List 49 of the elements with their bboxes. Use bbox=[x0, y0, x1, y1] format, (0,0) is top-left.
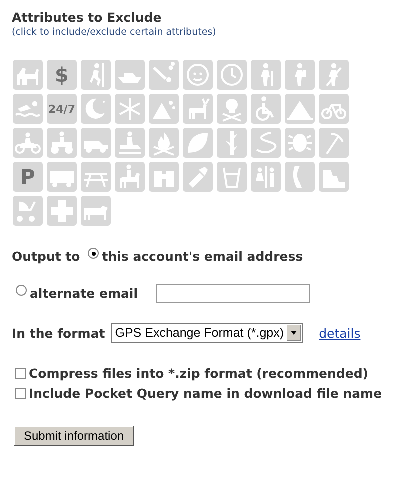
checkbox[interactable] bbox=[15, 368, 26, 379]
moon-icon[interactable] bbox=[81, 94, 111, 124]
pickaxe-icon[interactable] bbox=[319, 128, 349, 158]
swimmer-icon[interactable] bbox=[13, 94, 43, 124]
checkbox[interactable] bbox=[15, 388, 26, 399]
email-field[interactable] bbox=[156, 284, 310, 303]
dollar-icon[interactable]: $ bbox=[47, 60, 77, 90]
tent-icon[interactable] bbox=[285, 94, 315, 124]
details-link[interactable]: details bbox=[319, 326, 361, 340]
radio-button[interactable] bbox=[16, 285, 27, 296]
parking-icon[interactable]: P bbox=[13, 162, 43, 192]
bicycle-icon[interactable] bbox=[319, 94, 349, 124]
submit-button[interactable]: Submit information bbox=[14, 426, 134, 446]
jeep-icon[interactable] bbox=[81, 128, 111, 158]
cup-icon[interactable] bbox=[217, 162, 247, 192]
checkbox-label[interactable]: Compress files into *.zip format (recommended) bbox=[29, 366, 369, 381]
tick-icon[interactable] bbox=[285, 128, 315, 158]
dropdown-arrow-icon[interactable] bbox=[287, 325, 302, 341]
option-label[interactable]: this account's email address bbox=[102, 249, 304, 264]
cliff-icon[interactable] bbox=[319, 162, 349, 192]
cross-icon[interactable] bbox=[47, 196, 77, 226]
output-label: Output to bbox=[12, 249, 80, 264]
campfire-icon[interactable] bbox=[149, 128, 179, 158]
climber-icon[interactable] bbox=[81, 60, 111, 90]
wheelchair-icon[interactable] bbox=[251, 94, 281, 124]
option-label[interactable]: alternate email bbox=[30, 286, 138, 301]
horse-rider-icon[interactable] bbox=[115, 162, 145, 192]
checkbox-label[interactable]: Include Pocket Query name in download file name bbox=[29, 386, 382, 401]
backpacker-icon[interactable] bbox=[285, 60, 315, 90]
hours-icon[interactable]: 24/7 bbox=[47, 94, 77, 124]
stroller-icon[interactable] bbox=[13, 196, 43, 226]
rockfall-icon[interactable] bbox=[149, 94, 179, 124]
deer-icon[interactable] bbox=[183, 94, 213, 124]
child-face-icon[interactable] bbox=[183, 60, 213, 90]
boat-icon[interactable] bbox=[115, 60, 145, 90]
section-title: Attributes to Exclude bbox=[12, 10, 163, 25]
section-hint: (click to include/exclude certain attributes) bbox=[12, 27, 218, 38]
format-label: In the format bbox=[12, 326, 106, 340]
motorbike-icon[interactable] bbox=[13, 128, 43, 158]
quad-icon[interactable] bbox=[47, 128, 77, 158]
picnic-table-icon[interactable] bbox=[81, 162, 111, 192]
clock-icon[interactable] bbox=[217, 60, 247, 90]
leaf-icon[interactable] bbox=[183, 128, 213, 158]
walker-icon[interactable] bbox=[319, 60, 349, 90]
hiker-icon[interactable] bbox=[251, 60, 281, 90]
restroom-icon[interactable] bbox=[251, 162, 281, 192]
radio-button[interactable] bbox=[88, 248, 100, 259]
snowflake-icon[interactable] bbox=[115, 94, 145, 124]
skull-icon[interactable] bbox=[217, 94, 247, 124]
